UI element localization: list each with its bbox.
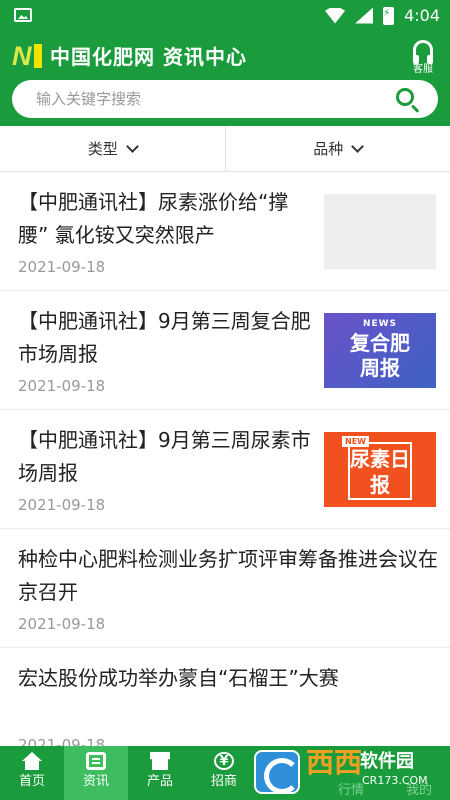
news-title: 【中肥通讯社】9月第三周尿素市场周报: [18, 428, 311, 485]
watermark-badge-icon: [254, 750, 300, 794]
tab-home[interactable]: 首页: [0, 746, 64, 800]
filter-bar: 类型 品种: [0, 126, 450, 172]
signal-icon: [355, 7, 374, 24]
news-title: 宏达股份成功举办蒙自“石榴王”大赛: [18, 666, 339, 690]
filter-type-label: 类型: [87, 140, 118, 158]
tab-label: 产品: [146, 774, 173, 789]
status-bar: 4:04: [0, 0, 450, 32]
watermark-logo: 西西 软件园 CR173.COM: [248, 744, 438, 800]
customer-service-label: 客服: [413, 64, 433, 75]
tab-investment[interactable]: ¥ 招商: [192, 746, 256, 800]
app-logo: N: [12, 42, 42, 70]
search-bar[interactable]: 输入关键字搜索: [12, 80, 438, 118]
chevron-down-icon: [125, 139, 139, 153]
tab-products[interactable]: 产品: [128, 746, 192, 800]
search-icon[interactable]: [394, 86, 420, 113]
thumbnail-text: 复合肥周报: [350, 331, 410, 380]
filter-type-dropdown[interactable]: 类型: [0, 126, 225, 171]
news-item[interactable]: 【中肥通讯社】9月第三周复合肥市场周报 2021-09-18 NEWS 复合肥周…: [0, 291, 450, 410]
yen-icon: ¥: [214, 752, 234, 770]
search-input[interactable]: 输入关键字搜索: [36, 89, 141, 109]
shop-icon: [150, 752, 170, 770]
news-date: 2021-09-18: [18, 496, 106, 514]
news-date: 2021-09-18: [18, 615, 106, 633]
watermark-text: 软件园: [360, 751, 414, 772]
headset-icon: [413, 40, 433, 64]
battery-charging-icon: [383, 6, 395, 25]
news-thumbnail: [324, 194, 436, 269]
tab-label: 招商: [210, 774, 237, 789]
app-title: 中国化肥网 资讯中心: [50, 45, 247, 69]
tab-label: 首页: [18, 774, 45, 789]
news-list: 【中肥通讯社】尿素涨价给“撑腰” 氯化铵又突然限产 2021-09-18 【中肥…: [0, 172, 450, 768]
filter-variety-dropdown[interactable]: 品种: [224, 126, 450, 171]
news-title: 【中肥通讯社】尿素涨价给“撑腰” 氯化铵又突然限产: [18, 190, 289, 247]
customer-service-button[interactable]: 客服: [406, 40, 440, 76]
thumbnail-text: 尿素日报: [350, 447, 410, 497]
news-item[interactable]: 种检中心肥料检测业务扩项评审筹备推进会议在京召开 2021-09-18: [0, 529, 450, 648]
filter-variety-label: 品种: [313, 140, 344, 158]
watermark-brand: 西西: [306, 746, 363, 779]
tab-news[interactable]: 资讯: [64, 746, 128, 800]
news-title: 【中肥通讯社】9月第三周复合肥市场周报: [18, 309, 311, 366]
wifi-icon: [325, 7, 346, 24]
news-date: 2021-09-18: [18, 258, 106, 276]
news-item[interactable]: 【中肥通讯社】尿素涨价给“撑腰” 氯化铵又突然限产 2021-09-18: [0, 172, 450, 291]
news-icon: [86, 752, 106, 770]
home-icon: [22, 752, 42, 770]
app-header: N 中国化肥网 资讯中心 客服 输入关键字搜索: [0, 32, 450, 126]
news-thumbnail: NEW 尿素日报: [324, 432, 436, 507]
news-date: 2021-09-18: [18, 377, 106, 395]
status-time: 4:04: [404, 6, 440, 25]
news-title: 种检中心肥料检测业务扩项评审筹备推进会议在京召开: [18, 547, 438, 604]
chevron-down-icon: [351, 139, 365, 153]
image-notification-icon: [14, 8, 32, 22]
news-item[interactable]: 【中肥通讯社】9月第三周尿素市场周报 2021-09-18 NEW 尿素日报: [0, 410, 450, 529]
news-thumbnail: NEWS 复合肥周报: [324, 313, 436, 388]
thumbnail-tag: NEWS: [362, 319, 398, 329]
tab-label: 资讯: [82, 774, 109, 789]
watermark-url: CR173.COM: [362, 774, 428, 787]
